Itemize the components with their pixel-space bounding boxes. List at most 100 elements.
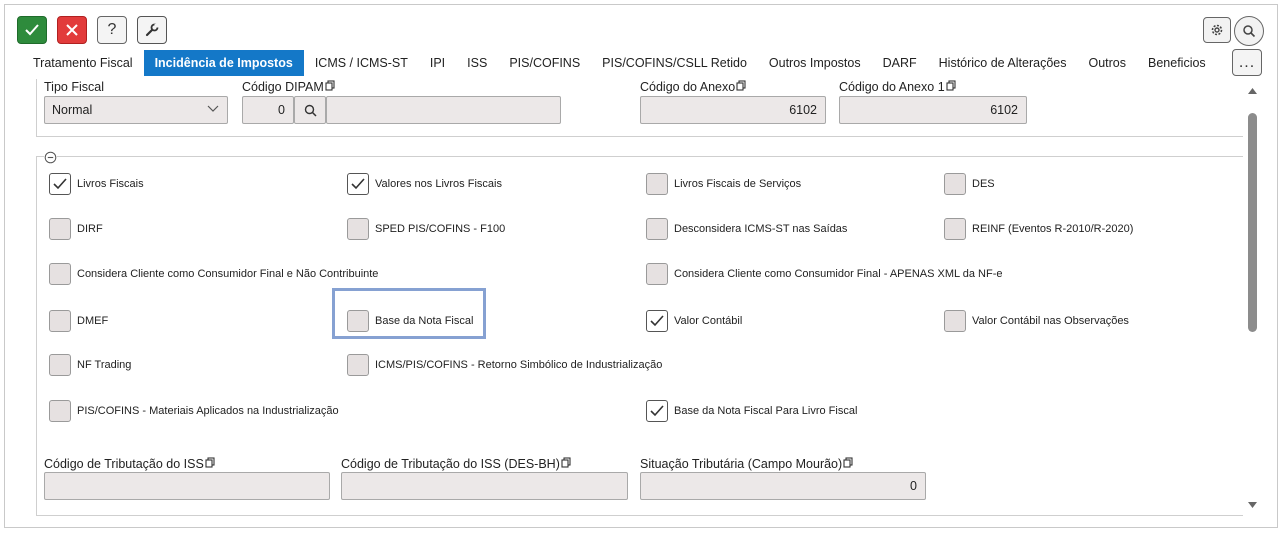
checkbox-livros-fiscais-servicos[interactable]: Livros Fiscais de Serviços xyxy=(646,173,801,195)
sit-trib-campo-mourao-label: Situação Tributária (Campo Mourão) xyxy=(640,457,854,471)
checkbox-box[interactable] xyxy=(944,173,966,195)
tab-pis-cofins[interactable]: PIS/COFINS xyxy=(498,50,591,76)
checkbox-box[interactable] xyxy=(646,310,668,332)
checkbox-box[interactable] xyxy=(49,354,71,376)
codigo-anexo-label-text: Código do Anexo xyxy=(640,80,736,94)
tipo-fiscal-select[interactable]: Normal xyxy=(44,96,228,124)
cod-trib-iss-desbh-label: Código de Tributação do ISS (DES-BH) xyxy=(341,457,572,471)
cod-trib-iss-input[interactable] xyxy=(44,472,330,500)
checkbox-label: DES xyxy=(972,178,995,190)
highlight-frame xyxy=(332,288,486,339)
checkbox-label: PIS/COFINS - Materiais Aplicados na Indu… xyxy=(77,405,339,417)
tab-darf[interactable]: DARF xyxy=(872,50,928,76)
wrench-icon xyxy=(145,23,159,37)
checkbox-desconsidera-icms-st[interactable]: Desconsidera ICMS-ST nas Saídas xyxy=(646,218,847,240)
checkbox-box[interactable] xyxy=(646,263,668,285)
checkbox-dirf[interactable]: DIRF xyxy=(49,218,103,240)
checkbox-valores-livros-fiscais[interactable]: Valores nos Livros Fiscais xyxy=(347,173,502,195)
tab-tratamento-fiscal[interactable]: Tratamento Fiscal xyxy=(22,50,144,76)
close-icon xyxy=(66,24,78,36)
tipo-fiscal-value: Normal xyxy=(52,103,93,117)
checkbox-valor-contabil-observacoes[interactable]: Valor Contábil nas Observações xyxy=(944,310,1129,332)
codigo-anexo1-value: 6102 xyxy=(990,103,1018,117)
checkbox-sped-pis-cofins-f100[interactable]: SPED PIS/COFINS - F100 xyxy=(347,218,505,240)
copy-icon xyxy=(736,80,747,94)
checkbox-box[interactable] xyxy=(646,173,668,195)
tab-historico-de-alteracoes[interactable]: Histórico de Alterações xyxy=(928,50,1078,76)
tools-button[interactable] xyxy=(137,16,167,44)
codigo-anexo-input[interactable]: 6102 xyxy=(640,96,826,124)
scroll-up-arrow-icon[interactable] xyxy=(1248,88,1257,94)
tab-content: Tipo Fiscal Normal Código DIPAM 0 Código… xyxy=(22,76,1243,523)
copy-icon xyxy=(205,457,216,471)
tab-incidencia-de-impostos[interactable]: Incidência de Impostos xyxy=(143,50,304,76)
search-icon xyxy=(304,104,317,117)
tab-iss[interactable]: ISS xyxy=(456,50,498,76)
checkbox-dmef[interactable]: DMEF xyxy=(49,310,108,332)
checkbox-box[interactable] xyxy=(49,263,71,285)
checkbox-livros-fiscais[interactable]: Livros Fiscais xyxy=(49,173,144,195)
sit-trib-campo-mourao-label-text: Situação Tributária (Campo Mourão) xyxy=(640,457,843,471)
checkbox-nf-trading[interactable]: NF Trading xyxy=(49,354,131,376)
chevron-down-icon xyxy=(207,105,219,112)
check-icon xyxy=(25,24,39,36)
checkbox-box[interactable] xyxy=(646,400,668,422)
codigo-anexo-label: Código do Anexo xyxy=(640,80,747,94)
tab-ipi[interactable]: IPI xyxy=(419,50,456,76)
checkbox-des[interactable]: DES xyxy=(944,173,995,195)
checkbox-label: REINF (Eventos R-2010/R-2020) xyxy=(972,223,1134,235)
tab-icms-icms-st[interactable]: ICMS / ICMS-ST xyxy=(304,50,419,76)
tipo-fiscal-label: Tipo Fiscal xyxy=(44,80,104,94)
checkbox-box[interactable] xyxy=(646,218,668,240)
checkbox-box[interactable] xyxy=(944,218,966,240)
copy-icon xyxy=(561,457,572,471)
checkbox-label: Valor Contábil nas Observações xyxy=(972,315,1129,327)
checkbox-reinf[interactable]: REINF (Eventos R-2010/R-2020) xyxy=(944,218,1133,240)
checkbox-box[interactable] xyxy=(49,400,71,422)
more-options-button[interactable]: ... xyxy=(1232,49,1262,76)
scrollbar-thumb[interactable] xyxy=(1248,113,1257,332)
codigo-dipam-input[interactable]: 0 xyxy=(242,96,294,124)
codigo-anexo-value: 6102 xyxy=(789,103,817,117)
checkbox-label: ICMS/PIS/COFINS - Retorno Simbólico de I… xyxy=(375,359,663,371)
checkbox-consumidor-final-xml-nfe[interactable]: Considera Cliente como Consumidor Final … xyxy=(646,263,1003,285)
checkbox-label: Considera Cliente como Consumidor Final … xyxy=(674,268,1003,280)
scroll-down-arrow-icon[interactable] xyxy=(1248,502,1257,508)
checkbox-box[interactable] xyxy=(347,218,369,240)
checkbox-valor-contabil[interactable]: Valor Contábil xyxy=(646,310,742,332)
minus-circle-icon xyxy=(44,151,57,164)
search-button[interactable] xyxy=(1234,16,1264,46)
cod-trib-iss-label-text: Código de Tributação do ISS xyxy=(44,457,204,471)
codigo-anexo1-label-text: Código do Anexo 1 xyxy=(839,80,945,94)
collapse-panel-button[interactable] xyxy=(44,149,57,164)
more-label: ... xyxy=(1238,53,1256,71)
tab-outros-impostos[interactable]: Outros Impostos xyxy=(758,50,872,76)
search-icon xyxy=(1243,25,1256,38)
checkbox-materiais-aplicados[interactable]: PIS/COFINS - Materiais Aplicados na Indu… xyxy=(49,400,339,422)
checkbox-box[interactable] xyxy=(49,218,71,240)
checkbox-box[interactable] xyxy=(347,354,369,376)
tab-outros[interactable]: Outros xyxy=(1077,50,1137,76)
dipam-search-button[interactable] xyxy=(294,96,326,124)
checkbox-box[interactable] xyxy=(49,173,71,195)
checkbox-box[interactable] xyxy=(49,310,71,332)
confirm-button[interactable] xyxy=(17,16,47,44)
vertical-scrollbar[interactable] xyxy=(1243,80,1262,520)
settings-button[interactable] xyxy=(1203,17,1231,43)
tab-beneficios[interactable]: Beneficios xyxy=(1137,50,1217,76)
checkbox-label: SPED PIS/COFINS - F100 xyxy=(375,223,506,235)
checkbox-box[interactable] xyxy=(944,310,966,332)
sit-trib-campo-mourao-input[interactable]: 0 xyxy=(640,472,926,500)
cod-trib-iss-desbh-input[interactable] xyxy=(341,472,628,500)
checkbox-box[interactable] xyxy=(347,173,369,195)
sit-trib-campo-mourao-value: 0 xyxy=(910,479,917,493)
help-button[interactable]: ? xyxy=(97,16,127,44)
tab-pis-cofins-csll-retido[interactable]: PIS/COFINS/CSLL Retido xyxy=(591,50,758,76)
checkbox-consumidor-final-nao-contribuinte[interactable]: Considera Cliente como Consumidor Final … xyxy=(49,263,378,285)
copy-icon xyxy=(325,80,336,94)
checkbox-base-nota-fiscal-livro-fiscal[interactable]: Base da Nota Fiscal Para Livro Fiscal xyxy=(646,400,857,422)
checkbox-retorno-simbolico[interactable]: ICMS/PIS/COFINS - Retorno Simbólico de I… xyxy=(347,354,662,376)
cancel-button[interactable] xyxy=(57,16,87,44)
check-icon xyxy=(650,315,664,327)
codigo-anexo1-input[interactable]: 6102 xyxy=(839,96,1027,124)
